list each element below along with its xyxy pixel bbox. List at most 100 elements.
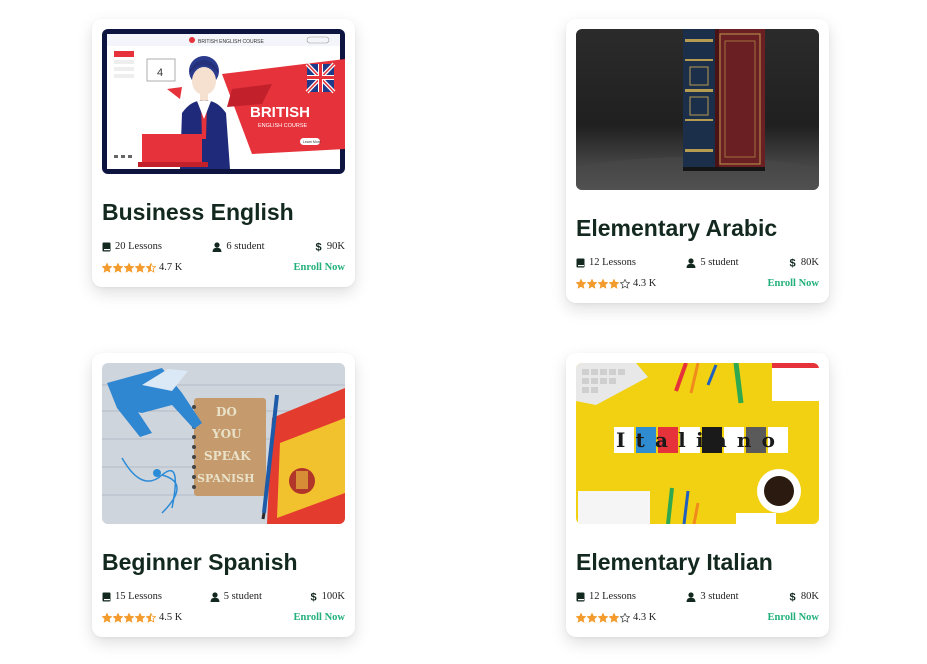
course-meta: 15 Lessons 5 student $ 100K xyxy=(102,591,345,602)
rating-text: 4.5 K xyxy=(159,612,183,623)
image-badge-text: 4 xyxy=(157,67,163,79)
star-full-icon xyxy=(587,278,597,289)
price: $ 90K xyxy=(315,241,345,252)
price: $ 80K xyxy=(789,591,819,602)
user-icon xyxy=(212,241,222,252)
star-full-icon xyxy=(102,262,112,273)
book-icon xyxy=(102,242,111,251)
course-image[interactable]: Italiano xyxy=(576,363,819,524)
image-word-3: SPEAK xyxy=(204,449,251,463)
star-full-icon xyxy=(576,612,586,623)
lessons-count: 20 Lessons xyxy=(102,241,162,252)
enroll-now-link[interactable]: Enroll Now xyxy=(294,262,345,273)
price-text: 80K xyxy=(800,591,819,602)
rating-text: 4.7 K xyxy=(159,262,183,273)
lessons-text: 20 Lessons xyxy=(115,241,162,252)
price-text: 90K xyxy=(326,241,345,252)
star-full-icon xyxy=(124,612,134,623)
star-full-icon xyxy=(135,262,145,273)
lessons-text: 12 Lessons xyxy=(589,257,636,268)
rating-row: 4.3 K Enroll Now xyxy=(576,612,819,637)
star-full-icon xyxy=(598,612,608,623)
rating-text: 4.3 K xyxy=(633,278,657,289)
svg-text:$: $ xyxy=(315,242,321,253)
rating: 4.7 K xyxy=(102,262,182,273)
course-title[interactable]: Business English xyxy=(102,199,345,226)
star-full-icon xyxy=(598,278,608,289)
enroll-now-link[interactable]: Enroll Now xyxy=(294,612,345,623)
star-half-icon xyxy=(146,262,156,273)
image-brand-text: BRITISH ENGLISH COURSE xyxy=(198,39,265,45)
image-word-4: SPANISH xyxy=(197,472,255,485)
svg-text:$: $ xyxy=(789,258,795,269)
star-full-icon xyxy=(113,262,123,273)
rating: 4.5 K xyxy=(102,612,182,623)
star-full-icon xyxy=(609,612,619,623)
star-full-icon xyxy=(124,262,134,273)
enroll-now-link[interactable]: Enroll Now xyxy=(768,278,819,289)
star-full-icon xyxy=(576,278,586,289)
price: $ 100K xyxy=(310,591,345,602)
svg-text:$: $ xyxy=(310,592,316,603)
rating-row: 4.7 K Enroll Now xyxy=(102,262,345,287)
image-italiano-text: Italiano xyxy=(616,428,785,452)
dollar-icon: $ xyxy=(310,592,316,603)
rating: 4.3 K xyxy=(576,612,656,623)
image-button-text: Learn More xyxy=(303,140,321,144)
user-icon xyxy=(686,257,696,268)
price: $ 80K xyxy=(789,257,819,268)
star-empty-icon xyxy=(620,612,630,623)
students-count: 5 student xyxy=(210,591,262,602)
star-full-icon xyxy=(587,612,597,623)
book-icon xyxy=(576,592,585,601)
rating-text: 4.3 K xyxy=(633,612,657,623)
star-full-icon xyxy=(102,612,112,623)
dollar-icon: $ xyxy=(789,258,795,269)
star-half-icon xyxy=(146,612,156,623)
book-icon xyxy=(102,592,111,601)
star-empty-icon xyxy=(620,278,630,289)
rating-row: 4.3 K Enroll Now xyxy=(576,278,819,303)
course-image[interactable]: BRITISH ENGLISH COURSE 4 BRITISH ENGLISH… xyxy=(102,29,345,174)
star-rating xyxy=(102,262,156,273)
price-text: 100K xyxy=(321,591,345,602)
course-card[interactable]: BRITISH ENGLISH COURSE 4 BRITISH ENGLISH… xyxy=(92,19,355,287)
star-rating xyxy=(576,612,630,623)
students-count: 6 student xyxy=(212,241,265,252)
students-text: 6 student xyxy=(226,241,265,252)
course-title[interactable]: Elementary Arabic xyxy=(576,215,819,242)
image-word-1: DO xyxy=(216,405,237,419)
enroll-now-link[interactable]: Enroll Now xyxy=(768,612,819,623)
course-card[interactable]: Elementary Arabic 12 Lessons 5 student $… xyxy=(566,19,829,303)
user-icon xyxy=(210,591,220,602)
lessons-text: 12 Lessons xyxy=(589,591,636,602)
rating: 4.3 K xyxy=(576,278,656,289)
lessons-count: 12 Lessons xyxy=(576,257,636,268)
price-text: 80K xyxy=(800,257,819,268)
lessons-count: 15 Lessons xyxy=(102,591,162,602)
svg-text:$: $ xyxy=(789,592,795,603)
image-word-2: YOU xyxy=(211,427,242,441)
course-image[interactable] xyxy=(576,29,819,190)
book-icon xyxy=(576,258,585,267)
star-rating xyxy=(576,278,630,289)
star-full-icon xyxy=(113,612,123,623)
lessons-count: 12 Lessons xyxy=(576,591,636,602)
star-rating xyxy=(102,612,156,623)
course-card[interactable]: Italiano Elementary Italian 12 Lessons 3… xyxy=(566,353,829,637)
course-meta: 12 Lessons 3 student $ 80K xyxy=(576,591,819,602)
user-icon xyxy=(686,591,696,602)
dollar-icon: $ xyxy=(315,242,321,253)
course-meta: 20 Lessons 6 student $ 90K xyxy=(102,241,345,252)
course-title[interactable]: Beginner Spanish xyxy=(102,549,345,576)
students-text: 5 student xyxy=(700,257,739,268)
lessons-text: 15 Lessons xyxy=(115,591,162,602)
course-card[interactable]: DO YOU SPEAK SPANISH Beginner Spanish 15… xyxy=(92,353,355,637)
rating-row: 4.5 K Enroll Now xyxy=(102,612,345,637)
students-text: 5 student xyxy=(223,591,262,602)
students-count: 5 student xyxy=(686,257,739,268)
course-image[interactable]: DO YOU SPEAK SPANISH xyxy=(102,363,345,524)
star-full-icon xyxy=(609,278,619,289)
image-subline-text: ENGLISH COURSE xyxy=(258,123,308,129)
course-title[interactable]: Elementary Italian xyxy=(576,549,819,576)
